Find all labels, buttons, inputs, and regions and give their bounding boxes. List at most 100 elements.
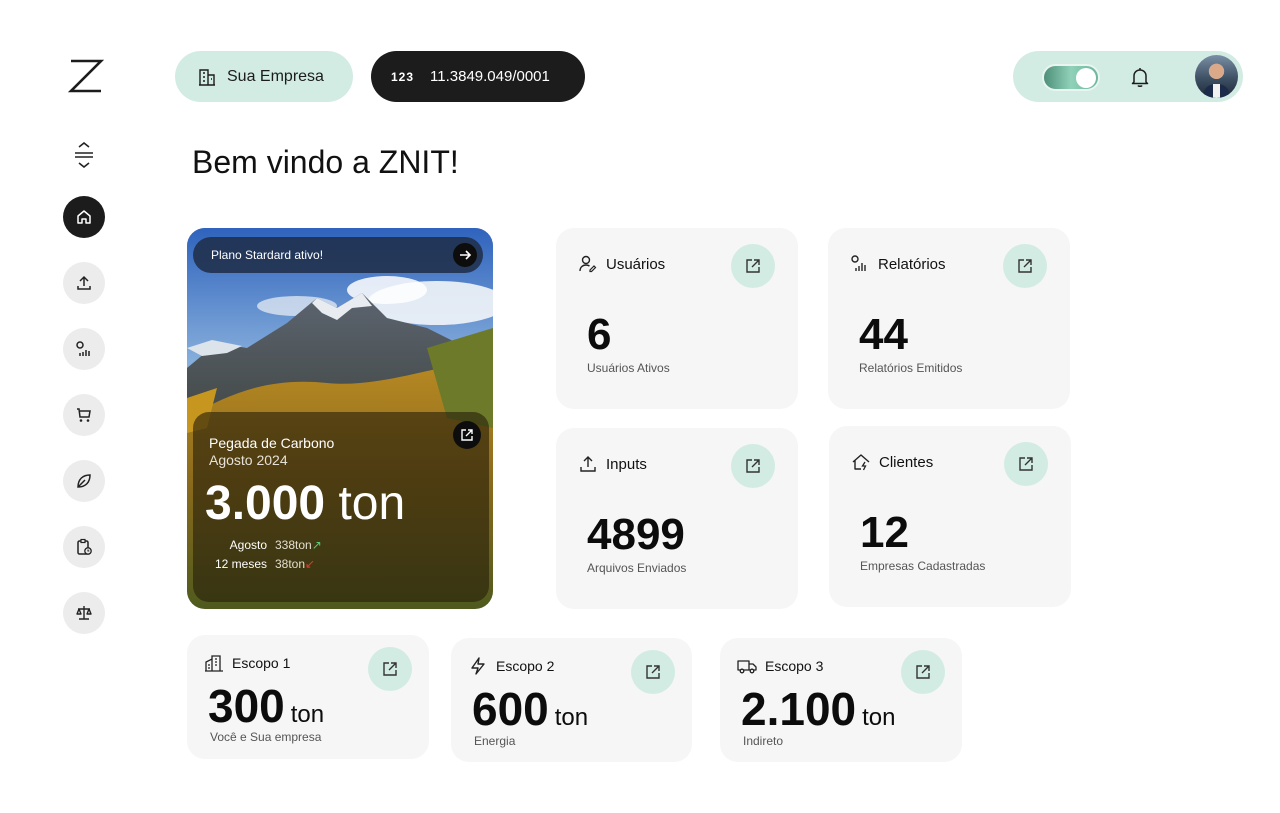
carbon-period: Agosto 2024 (209, 452, 288, 468)
clients-subtitle: Empresas Cadastradas (860, 559, 986, 573)
users-card-title: Usuários (606, 255, 666, 273)
scope-3-header: Escopo 3 (737, 656, 823, 676)
scope-2-open-button[interactable] (631, 650, 675, 694)
scope-2-card: Escopo 2 600 ton Energia (451, 638, 692, 762)
arrow-right-icon (460, 250, 472, 260)
upload-icon (77, 275, 91, 290)
report-chart-icon (76, 341, 90, 356)
upload-icon (580, 456, 596, 472)
external-link-icon (1018, 259, 1032, 273)
carbon-row-label: 12 meses (214, 557, 267, 571)
reports-card-header: Relatórios (850, 254, 946, 274)
users-count: 6 (587, 310, 612, 359)
users-subtitle: Usuários Ativos (587, 361, 670, 375)
scope-3-open-button[interactable] (901, 650, 945, 694)
carbon-total-value: 3.000 (205, 477, 326, 530)
leaf-icon (77, 474, 91, 488)
carbon-open-button[interactable] (453, 421, 481, 449)
external-link-icon (916, 665, 930, 679)
toggle-knob (1076, 68, 1096, 88)
carbon-title: Pegada de Carbono (209, 435, 335, 451)
reports-open-button[interactable] (1003, 244, 1047, 288)
external-link-icon (383, 662, 397, 676)
truck-icon (737, 660, 757, 674)
plan-status-text: Plano Stardard ativo! (211, 248, 324, 262)
reports-count: 44 (859, 310, 908, 359)
clients-card: Clientes 12 Empresas Cadastradas (829, 426, 1071, 607)
scope-3-value: 2.100 ton (741, 682, 896, 736)
users-card-header: Usuários (578, 254, 665, 274)
trend-down-icon: ↙ (305, 557, 316, 571)
scope-1-header: Escopo 1 (204, 653, 290, 673)
cnpj-display[interactable]: 123 11.3849.049/0001 (371, 51, 585, 102)
inputs-count: 4899 (587, 510, 685, 559)
carbon-total: 3.000 ton (205, 476, 405, 531)
carbon-row-year: 12 meses 38ton↙ (205, 557, 315, 571)
sidebar-item-reports[interactable] (63, 328, 105, 370)
company-name: Sua Empresa (227, 67, 324, 85)
znit-logo[interactable] (68, 58, 104, 94)
scope-1-card: Escopo 1 300 ton Você e Sua empresa (187, 635, 429, 759)
sidebar-item-compliance[interactable] (63, 592, 105, 634)
sidebar-item-home[interactable] (63, 196, 105, 238)
carbon-row-value: 338ton (275, 538, 312, 552)
theme-toggle[interactable] (1042, 64, 1100, 91)
scope-3-amount: 2.100 (741, 683, 857, 735)
user-icon (579, 255, 597, 273)
cart-icon (77, 408, 91, 422)
sidebar-item-clipboard[interactable] (63, 526, 105, 568)
reports-card-title: Relatórios (878, 255, 946, 273)
scope-3-title: Escopo 3 (765, 658, 824, 674)
scope-3-card: Escopo 3 2.100 ton Indireto (720, 638, 962, 762)
clients-card-title: Clientes (879, 453, 934, 471)
house-energy-icon (852, 454, 870, 471)
external-link-icon (646, 665, 660, 679)
scope-3-subtitle: Indireto (743, 734, 784, 748)
carbon-row-value: 38ton (275, 557, 306, 571)
company-selector[interactable]: Sua Empresa (175, 51, 353, 102)
building-icon (199, 68, 215, 86)
avatar[interactable] (1195, 55, 1238, 98)
sidebar-item-sustainability[interactable] (63, 460, 105, 502)
external-link-icon (1019, 457, 1033, 471)
external-link-icon (746, 259, 760, 273)
scope-1-open-button[interactable] (368, 647, 412, 691)
carbon-total-unit: ton (338, 477, 406, 530)
home-icon (77, 210, 91, 224)
user-controls (1013, 51, 1243, 102)
external-link-icon (746, 459, 760, 473)
plan-status-bar[interactable]: Plano Stardard ativo! (193, 237, 483, 273)
scope-2-amount: 600 (472, 683, 549, 735)
page-title: Bem vindo a ZNIT! (192, 144, 459, 180)
users-open-button[interactable] (731, 244, 775, 288)
report-chart-icon (851, 255, 866, 271)
clients-open-button[interactable] (1004, 442, 1048, 486)
carbon-row-label: Agosto (229, 538, 267, 552)
clients-card-header: Clientes (851, 452, 933, 472)
scope-1-value: 300 ton (208, 679, 324, 733)
clients-count: 12 (860, 508, 909, 557)
scope-3-unit: ton (862, 704, 896, 731)
trend-up-icon: ↗ (311, 538, 322, 552)
scope-2-title: Escopo 2 (496, 658, 555, 674)
scope-1-title: Escopo 1 (232, 655, 291, 671)
scope-2-subtitle: Energia (474, 734, 516, 748)
scope-2-unit: ton (554, 704, 589, 731)
inputs-card: Inputs 4899 Arquivos Enviados (556, 428, 798, 609)
inputs-open-button[interactable] (731, 444, 775, 488)
plan-arrow-button[interactable] (453, 243, 477, 267)
sidebar-item-upload[interactable] (63, 262, 105, 304)
scope-1-unit: ton (290, 701, 325, 728)
collapse-menu-icon[interactable] (72, 142, 96, 168)
carbon-row-month: Agosto 338ton↗ (205, 538, 322, 552)
scope-1-subtitle: Você e Sua empresa (210, 730, 322, 744)
buildings-icon (205, 655, 223, 672)
sidebar-item-cart[interactable] (63, 394, 105, 436)
bell-icon[interactable] (1128, 65, 1152, 89)
scope-2-value: 600 ton (472, 682, 588, 736)
carbon-summary-panel: Pegada de Carbono Agosto 2024 3.000 ton … (193, 412, 489, 602)
users-card: Usuários 6 Usuários Ativos (556, 228, 798, 409)
external-link-icon (461, 429, 473, 441)
scope-1-amount: 300 (208, 680, 285, 732)
avatar-shirt (1213, 84, 1220, 98)
